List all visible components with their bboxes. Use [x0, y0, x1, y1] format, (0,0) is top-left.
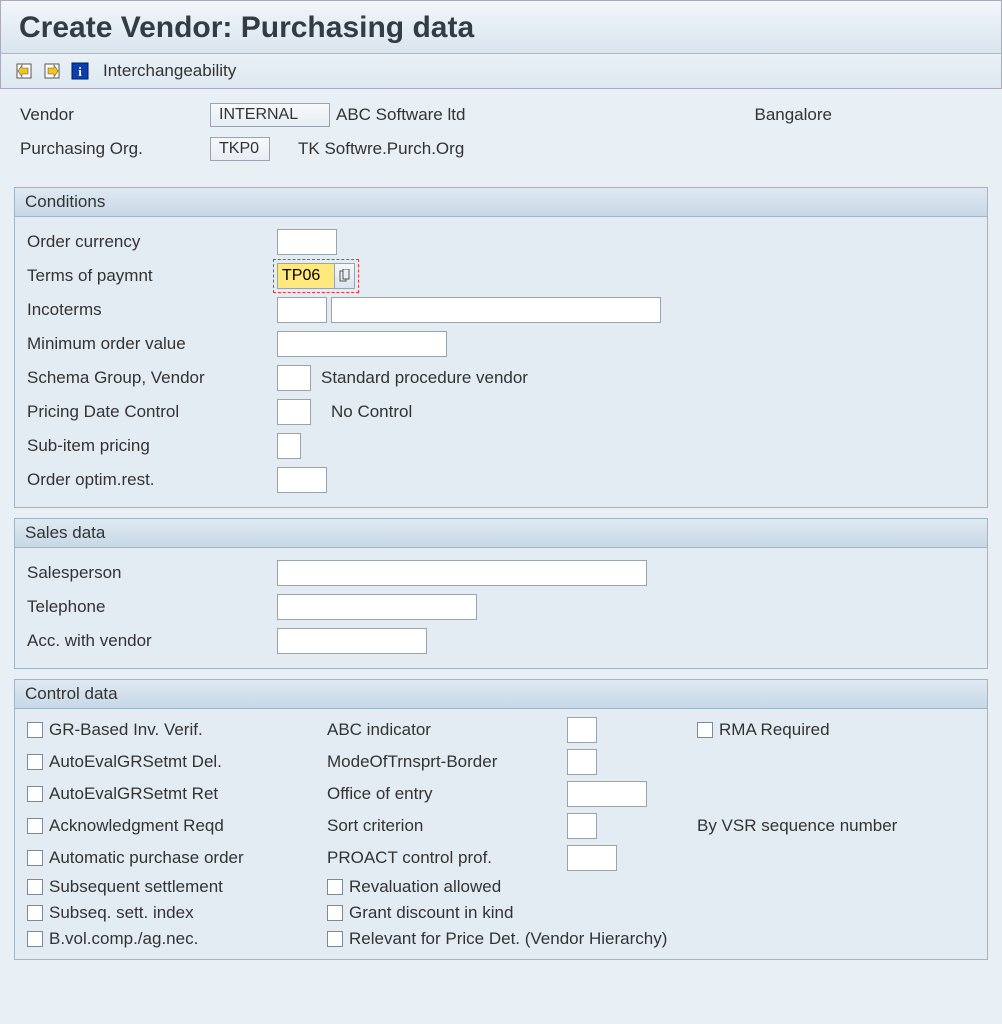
order-currency-input[interactable]	[277, 229, 337, 255]
incoterms-label: Incoterms	[27, 300, 277, 320]
subseq-index-checkbox[interactable]	[27, 905, 43, 921]
vendor-name: ABC Software ltd	[336, 105, 465, 125]
incoterms-code-input[interactable]	[277, 297, 327, 323]
prev-screen-button[interactable]	[13, 60, 35, 82]
auto-eval-del-label: AutoEvalGRSetmt Del.	[49, 752, 222, 772]
sales-title: Sales data	[15, 519, 987, 548]
terms-payment-search-help[interactable]	[335, 263, 355, 289]
purchasing-org-field: TKP0	[210, 137, 270, 161]
reval-allowed-checkbox[interactable]	[327, 879, 343, 895]
subseq-settle-checkbox[interactable]	[27, 879, 43, 895]
grant-discount-label: Grant discount in kind	[349, 903, 513, 923]
pricing-date-desc: No Control	[331, 402, 412, 422]
rma-required-label: RMA Required	[719, 720, 830, 740]
gr-based-checkbox[interactable]	[27, 722, 43, 738]
auto-eval-ret-label: AutoEvalGRSetmt Ret	[49, 784, 218, 804]
gr-based-label: GR-Based Inv. Verif.	[49, 720, 203, 740]
schema-group-input[interactable]	[277, 365, 311, 391]
min-order-input[interactable]	[277, 331, 447, 357]
salesperson-input[interactable]	[277, 560, 647, 586]
incoterms-text-input[interactable]	[331, 297, 661, 323]
telephone-label: Telephone	[27, 597, 277, 617]
info-icon: i	[71, 62, 89, 80]
subseq-settle-label: Subsequent settlement	[49, 877, 223, 897]
schema-group-label: Schema Group, Vendor	[27, 368, 277, 388]
auto-po-checkbox[interactable]	[27, 850, 43, 866]
order-optim-label: Order optim.rest.	[27, 470, 277, 490]
office-entry-label: Office of entry	[327, 784, 567, 804]
telephone-input[interactable]	[277, 594, 477, 620]
relevant-price-checkbox[interactable]	[327, 931, 343, 947]
proact-label: PROACT control prof.	[327, 848, 567, 868]
mode-transport-input[interactable]	[567, 749, 597, 775]
terms-payment-label: Terms of paymnt	[27, 266, 277, 286]
order-currency-label: Order currency	[27, 232, 277, 252]
header-block: Vendor INTERNAL ABC Software ltd Bangalo…	[0, 89, 1002, 177]
purchasing-org-label: Purchasing Org.	[20, 139, 210, 159]
sales-group: Sales data Salesperson Telephone Acc. wi…	[14, 518, 988, 669]
purchasing-org-name: TK Softwre.Purch.Org	[298, 139, 464, 159]
bval-checkbox[interactable]	[27, 931, 43, 947]
abc-indicator-label: ABC indicator	[327, 720, 567, 740]
sort-criterion-desc: By VSR sequence number	[697, 816, 897, 836]
subitem-label: Sub-item pricing	[27, 436, 277, 456]
terms-payment-input[interactable]	[277, 263, 335, 289]
acc-vendor-label: Acc. with vendor	[27, 631, 277, 651]
control-title: Control data	[15, 680, 987, 709]
vendor-label: Vendor	[20, 105, 210, 125]
rma-required-checkbox[interactable]	[697, 722, 713, 738]
svg-text:i: i	[78, 64, 82, 79]
auto-eval-del-checkbox[interactable]	[27, 754, 43, 770]
page-title: Create Vendor: Purchasing data	[19, 11, 983, 45]
office-entry-input[interactable]	[567, 781, 647, 807]
mode-transport-label: ModeOfTrnsprt-Border	[327, 752, 567, 772]
order-optim-input[interactable]	[277, 467, 327, 493]
bval-label: B.vol.comp./ag.nec.	[49, 929, 198, 949]
vendor-code-field: INTERNAL	[210, 103, 330, 127]
sort-criterion-input[interactable]	[567, 813, 597, 839]
acc-vendor-input[interactable]	[277, 628, 427, 654]
pricing-date-input[interactable]	[277, 399, 311, 425]
subseq-index-label: Subseq. sett. index	[49, 903, 194, 923]
auto-po-label: Automatic purchase order	[49, 848, 244, 868]
proact-input[interactable]	[567, 845, 617, 871]
page-forward-icon	[43, 62, 61, 80]
ack-reqd-checkbox[interactable]	[27, 818, 43, 834]
subitem-input[interactable]	[277, 433, 301, 459]
salesperson-label: Salesperson	[27, 563, 277, 583]
ack-reqd-label: Acknowledgment Reqd	[49, 816, 224, 836]
relevant-price-label: Relevant for Price Det. (Vendor Hierarch…	[349, 929, 667, 949]
title-bar: Create Vendor: Purchasing data	[0, 0, 1002, 54]
next-screen-button[interactable]	[41, 60, 63, 82]
grant-discount-checkbox[interactable]	[327, 905, 343, 921]
min-order-label: Minimum order value	[27, 334, 277, 354]
info-button[interactable]: i	[69, 60, 91, 82]
abc-indicator-input[interactable]	[567, 717, 597, 743]
search-help-icon	[339, 269, 351, 283]
conditions-title: Conditions	[15, 188, 987, 217]
reval-allowed-label: Revaluation allowed	[349, 877, 501, 897]
pricing-date-label: Pricing Date Control	[27, 402, 277, 422]
control-group: Control data GR-Based Inv. Verif. ABC in…	[14, 679, 988, 960]
sort-criterion-label: Sort criterion	[327, 816, 567, 836]
vendor-city: Bangalore	[754, 105, 832, 125]
schema-group-desc: Standard procedure vendor	[321, 368, 528, 388]
auto-eval-ret-checkbox[interactable]	[27, 786, 43, 802]
interchangeability-button[interactable]: Interchangeability	[103, 61, 236, 81]
page-back-icon	[15, 62, 33, 80]
toolbar: i Interchangeability	[0, 54, 1002, 89]
conditions-group: Conditions Order currency Terms of paymn…	[14, 187, 988, 508]
